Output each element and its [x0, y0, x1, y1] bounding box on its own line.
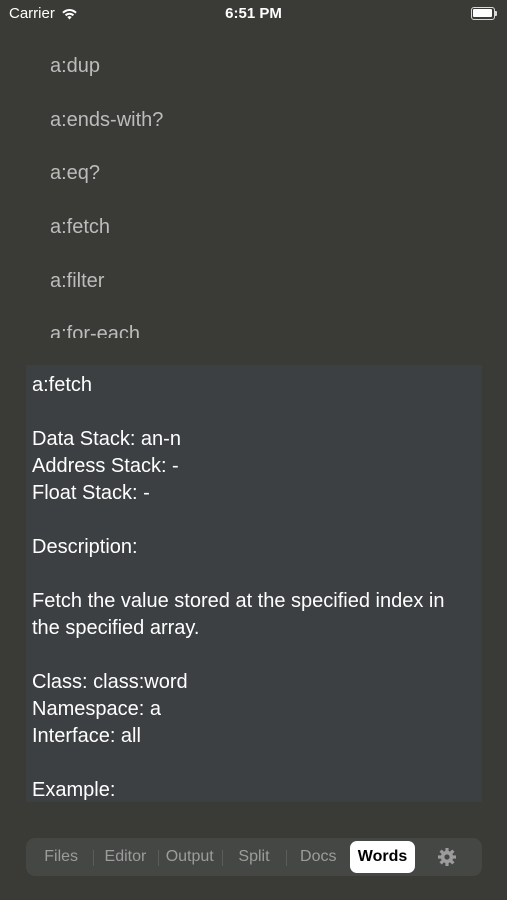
doc-line: Example:: [32, 779, 116, 801]
tab-words[interactable]: Words: [350, 841, 415, 873]
word-list-item[interactable]: a:dup: [0, 40, 507, 94]
doc-line: [32, 561, 476, 588]
settings-button[interactable]: [415, 841, 479, 873]
tab-output[interactable]: Output: [157, 841, 222, 873]
word-list-item[interactable]: a:ends-with?: [0, 94, 507, 148]
doc-line: [32, 750, 476, 777]
word-list-item[interactable]: a:eq?: [0, 147, 507, 201]
doc-line: Interface: all: [32, 725, 141, 747]
doc-line: [32, 507, 476, 534]
doc-word-title: a:fetch: [32, 374, 93, 396]
tab-split[interactable]: Split: [221, 841, 286, 873]
tab-editor[interactable]: Editor: [93, 841, 157, 873]
doc-line: Address Stack: -: [32, 455, 179, 477]
battery-icon: [471, 7, 497, 20]
doc-line: Namespace: a: [32, 698, 161, 720]
gear-icon: [437, 848, 456, 866]
doc-line: Class: class:word: [32, 671, 188, 693]
word-list-item[interactable]: a:for-each: [0, 308, 507, 338]
word-list-item[interactable]: a:filter: [0, 255, 507, 309]
doc-line: Float Stack: -: [32, 482, 150, 504]
doc-line: Fetch the value stored at the specified …: [32, 590, 445, 612]
doc-line: the specified array.: [32, 617, 200, 639]
tab-bar: Files Editor Output Split Docs Words: [26, 838, 482, 876]
doc-line: [32, 399, 476, 426]
doc-line: Description:: [32, 536, 138, 558]
word-list[interactable]: a:dup a:ends-with? a:eq? a:fetch a:filter a:f…: [0, 40, 507, 338]
word-doc-panel[interactable]: a:fetch Data Stack: an-n Address Stack: - F…: [26, 365, 482, 802]
tab-files[interactable]: Files: [29, 841, 93, 873]
tab-docs[interactable]: Docs: [286, 841, 350, 873]
status-time: 6:51 PM: [225, 5, 282, 22]
doc-line: [32, 642, 476, 669]
word-list-item[interactable]: a:fetch: [0, 201, 507, 255]
status-bar: Carrier 6:51 PM: [0, 0, 507, 30]
doc-line: Data Stack: an-n: [32, 428, 181, 450]
